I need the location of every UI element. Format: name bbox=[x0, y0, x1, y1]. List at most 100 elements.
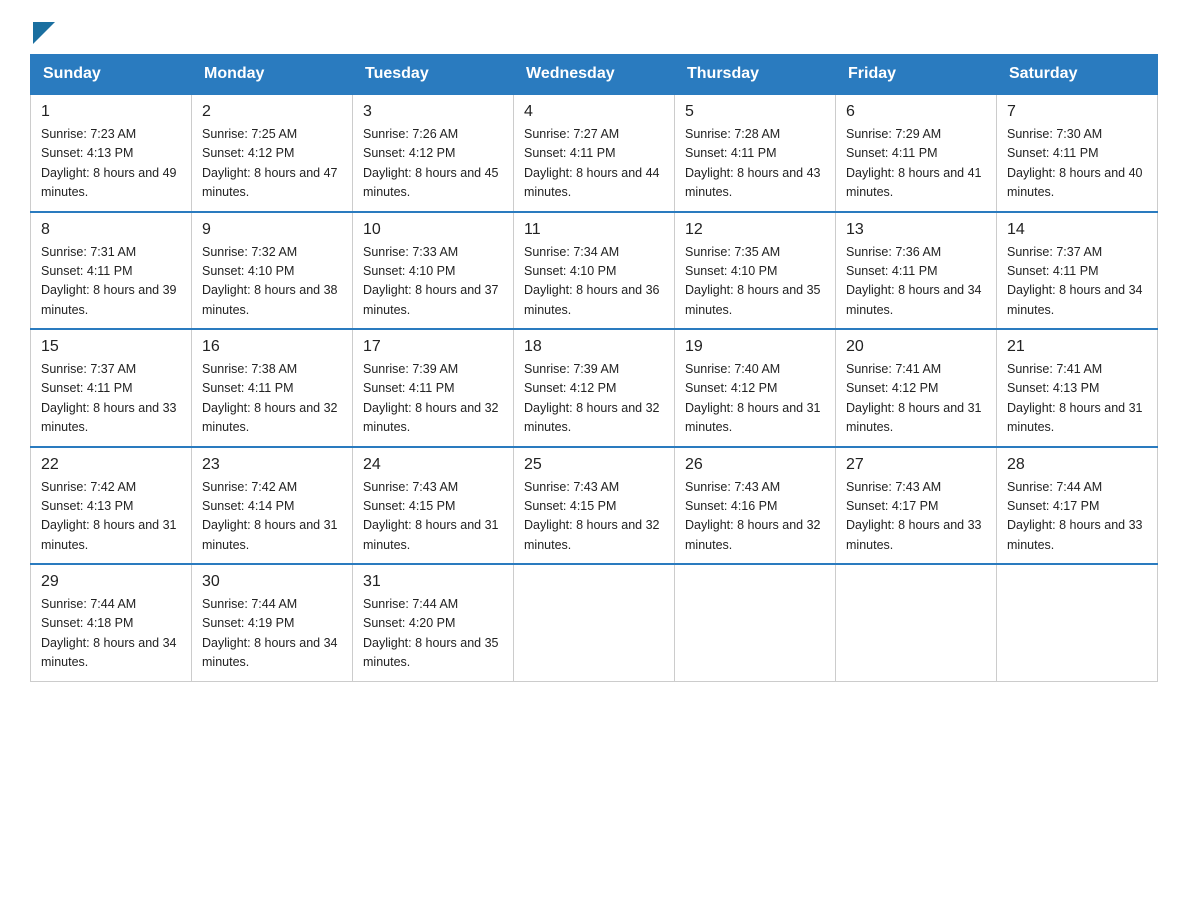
sunset-label: Sunset: 4:13 PM bbox=[41, 499, 133, 513]
day-number: 4 bbox=[524, 103, 664, 121]
sunrise-label: Sunrise: 7:44 AM bbox=[202, 597, 297, 611]
logo-triangle-icon bbox=[33, 22, 55, 44]
sunrise-label: Sunrise: 7:44 AM bbox=[363, 597, 458, 611]
day-number: 6 bbox=[846, 103, 986, 121]
day-info: Sunrise: 7:44 AM Sunset: 4:18 PM Dayligh… bbox=[41, 595, 181, 673]
col-tuesday: Tuesday bbox=[353, 55, 514, 95]
day-number: 27 bbox=[846, 456, 986, 474]
sunrise-label: Sunrise: 7:34 AM bbox=[524, 245, 619, 259]
sunset-label: Sunset: 4:11 PM bbox=[41, 264, 133, 278]
day-number: 18 bbox=[524, 338, 664, 356]
table-row: 31 Sunrise: 7:44 AM Sunset: 4:20 PM Dayl… bbox=[353, 564, 514, 681]
table-row: 1 Sunrise: 7:23 AM Sunset: 4:13 PM Dayli… bbox=[31, 94, 192, 212]
daylight-label: Daylight: 8 hours and 33 minutes. bbox=[846, 518, 982, 551]
col-monday: Monday bbox=[192, 55, 353, 95]
day-number: 13 bbox=[846, 221, 986, 239]
sunrise-label: Sunrise: 7:37 AM bbox=[41, 362, 136, 376]
logo bbox=[30, 20, 55, 44]
day-number: 23 bbox=[202, 456, 342, 474]
col-saturday: Saturday bbox=[997, 55, 1158, 95]
col-sunday: Sunday bbox=[31, 55, 192, 95]
table-row: 2 Sunrise: 7:25 AM Sunset: 4:12 PM Dayli… bbox=[192, 94, 353, 212]
sunset-label: Sunset: 4:11 PM bbox=[1007, 146, 1099, 160]
day-number: 28 bbox=[1007, 456, 1147, 474]
daylight-label: Daylight: 8 hours and 31 minutes. bbox=[846, 401, 982, 434]
sunrise-label: Sunrise: 7:41 AM bbox=[846, 362, 941, 376]
sunrise-label: Sunrise: 7:33 AM bbox=[363, 245, 458, 259]
day-info: Sunrise: 7:44 AM Sunset: 4:17 PM Dayligh… bbox=[1007, 478, 1147, 556]
sunrise-label: Sunrise: 7:43 AM bbox=[685, 480, 780, 494]
sunset-label: Sunset: 4:13 PM bbox=[41, 146, 133, 160]
day-info: Sunrise: 7:31 AM Sunset: 4:11 PM Dayligh… bbox=[41, 243, 181, 321]
day-info: Sunrise: 7:43 AM Sunset: 4:15 PM Dayligh… bbox=[524, 478, 664, 556]
daylight-label: Daylight: 8 hours and 31 minutes. bbox=[1007, 401, 1143, 434]
table-row bbox=[836, 564, 997, 681]
day-info: Sunrise: 7:29 AM Sunset: 4:11 PM Dayligh… bbox=[846, 125, 986, 203]
sunset-label: Sunset: 4:11 PM bbox=[685, 146, 777, 160]
sunrise-label: Sunrise: 7:39 AM bbox=[363, 362, 458, 376]
sunset-label: Sunset: 4:12 PM bbox=[363, 146, 455, 160]
sunset-label: Sunset: 4:15 PM bbox=[363, 499, 455, 513]
table-row: 15 Sunrise: 7:37 AM Sunset: 4:11 PM Dayl… bbox=[31, 329, 192, 447]
sunrise-label: Sunrise: 7:36 AM bbox=[846, 245, 941, 259]
sunrise-label: Sunrise: 7:43 AM bbox=[363, 480, 458, 494]
table-row: 22 Sunrise: 7:42 AM Sunset: 4:13 PM Dayl… bbox=[31, 447, 192, 565]
day-number: 20 bbox=[846, 338, 986, 356]
daylight-label: Daylight: 8 hours and 31 minutes. bbox=[685, 401, 821, 434]
sunset-label: Sunset: 4:11 PM bbox=[846, 146, 938, 160]
daylight-label: Daylight: 8 hours and 33 minutes. bbox=[1007, 518, 1143, 551]
sunset-label: Sunset: 4:12 PM bbox=[685, 381, 777, 395]
day-number: 7 bbox=[1007, 103, 1147, 121]
daylight-label: Daylight: 8 hours and 34 minutes. bbox=[41, 636, 177, 669]
sunset-label: Sunset: 4:11 PM bbox=[524, 146, 616, 160]
day-info: Sunrise: 7:37 AM Sunset: 4:11 PM Dayligh… bbox=[41, 360, 181, 438]
sunrise-label: Sunrise: 7:39 AM bbox=[524, 362, 619, 376]
daylight-label: Daylight: 8 hours and 39 minutes. bbox=[41, 283, 177, 316]
sunrise-label: Sunrise: 7:43 AM bbox=[524, 480, 619, 494]
daylight-label: Daylight: 8 hours and 32 minutes. bbox=[363, 401, 499, 434]
table-row: 27 Sunrise: 7:43 AM Sunset: 4:17 PM Dayl… bbox=[836, 447, 997, 565]
table-row: 8 Sunrise: 7:31 AM Sunset: 4:11 PM Dayli… bbox=[31, 212, 192, 330]
day-number: 14 bbox=[1007, 221, 1147, 239]
col-friday: Friday bbox=[836, 55, 997, 95]
sunrise-label: Sunrise: 7:28 AM bbox=[685, 127, 780, 141]
day-info: Sunrise: 7:37 AM Sunset: 4:11 PM Dayligh… bbox=[1007, 243, 1147, 321]
sunset-label: Sunset: 4:11 PM bbox=[846, 264, 938, 278]
table-row: 29 Sunrise: 7:44 AM Sunset: 4:18 PM Dayl… bbox=[31, 564, 192, 681]
daylight-label: Daylight: 8 hours and 34 minutes. bbox=[846, 283, 982, 316]
sunset-label: Sunset: 4:15 PM bbox=[524, 499, 616, 513]
daylight-label: Daylight: 8 hours and 44 minutes. bbox=[524, 166, 660, 199]
sunrise-label: Sunrise: 7:38 AM bbox=[202, 362, 297, 376]
day-number: 25 bbox=[524, 456, 664, 474]
table-row: 26 Sunrise: 7:43 AM Sunset: 4:16 PM Dayl… bbox=[675, 447, 836, 565]
day-number: 12 bbox=[685, 221, 825, 239]
sunset-label: Sunset: 4:20 PM bbox=[363, 616, 455, 630]
table-row: 17 Sunrise: 7:39 AM Sunset: 4:11 PM Dayl… bbox=[353, 329, 514, 447]
daylight-label: Daylight: 8 hours and 40 minutes. bbox=[1007, 166, 1143, 199]
day-info: Sunrise: 7:43 AM Sunset: 4:15 PM Dayligh… bbox=[363, 478, 503, 556]
day-number: 11 bbox=[524, 221, 664, 239]
sunset-label: Sunset: 4:11 PM bbox=[363, 381, 455, 395]
day-info: Sunrise: 7:27 AM Sunset: 4:11 PM Dayligh… bbox=[524, 125, 664, 203]
page-header bbox=[30, 20, 1158, 44]
day-info: Sunrise: 7:33 AM Sunset: 4:10 PM Dayligh… bbox=[363, 243, 503, 321]
day-info: Sunrise: 7:26 AM Sunset: 4:12 PM Dayligh… bbox=[363, 125, 503, 203]
table-row: 9 Sunrise: 7:32 AM Sunset: 4:10 PM Dayli… bbox=[192, 212, 353, 330]
day-info: Sunrise: 7:39 AM Sunset: 4:12 PM Dayligh… bbox=[524, 360, 664, 438]
daylight-label: Daylight: 8 hours and 32 minutes. bbox=[524, 518, 660, 551]
table-row: 18 Sunrise: 7:39 AM Sunset: 4:12 PM Dayl… bbox=[514, 329, 675, 447]
sunrise-label: Sunrise: 7:31 AM bbox=[41, 245, 136, 259]
day-info: Sunrise: 7:34 AM Sunset: 4:10 PM Dayligh… bbox=[524, 243, 664, 321]
sunset-label: Sunset: 4:12 PM bbox=[846, 381, 938, 395]
table-row: 4 Sunrise: 7:27 AM Sunset: 4:11 PM Dayli… bbox=[514, 94, 675, 212]
sunset-label: Sunset: 4:12 PM bbox=[524, 381, 616, 395]
sunrise-label: Sunrise: 7:41 AM bbox=[1007, 362, 1102, 376]
sunset-label: Sunset: 4:11 PM bbox=[1007, 264, 1099, 278]
sunrise-label: Sunrise: 7:25 AM bbox=[202, 127, 297, 141]
sunrise-label: Sunrise: 7:37 AM bbox=[1007, 245, 1102, 259]
day-number: 30 bbox=[202, 573, 342, 591]
table-row: 16 Sunrise: 7:38 AM Sunset: 4:11 PM Dayl… bbox=[192, 329, 353, 447]
day-number: 29 bbox=[41, 573, 181, 591]
sunrise-label: Sunrise: 7:44 AM bbox=[41, 597, 136, 611]
sunset-label: Sunset: 4:11 PM bbox=[41, 381, 133, 395]
